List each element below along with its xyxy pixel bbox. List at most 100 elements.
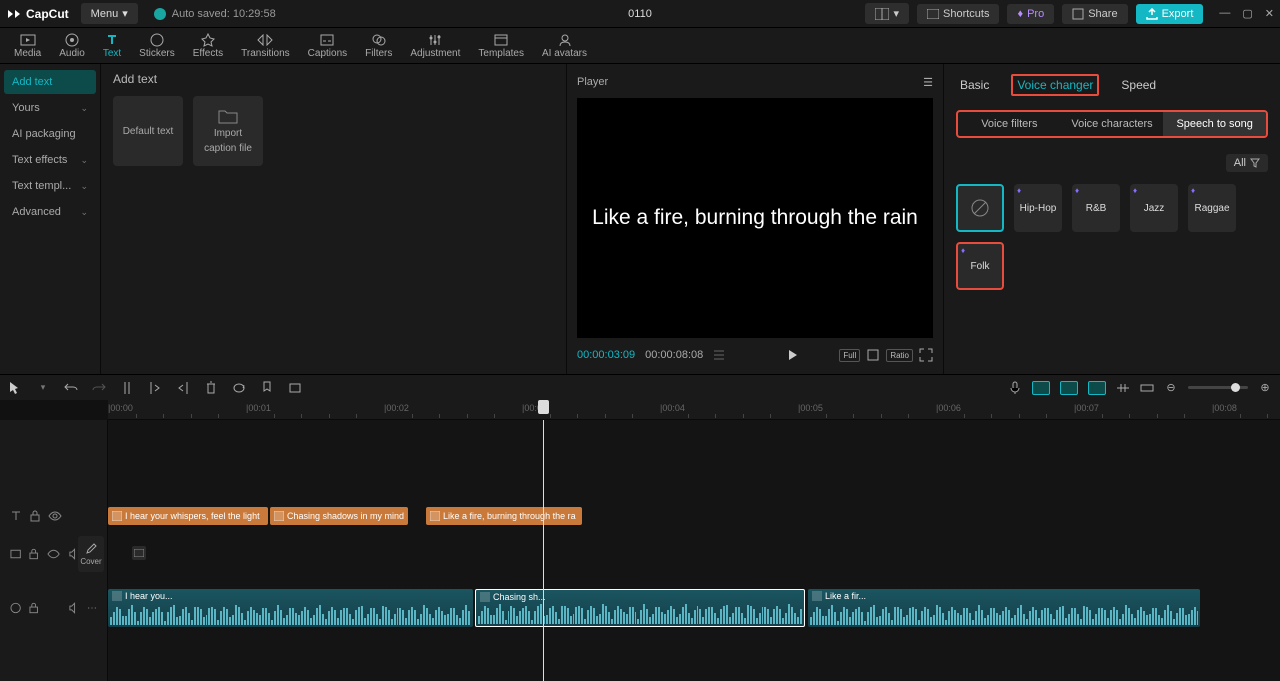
genre-jazz[interactable]: ♦Jazz xyxy=(1130,184,1178,232)
chevron-down-icon: ⌄ xyxy=(80,181,88,192)
text-track[interactable]: I hear your whispers, feel the lightChas… xyxy=(108,500,1280,532)
minimize-icon[interactable]: — xyxy=(1219,7,1230,20)
cover-button[interactable]: Cover xyxy=(78,536,104,572)
tab-voice-changer[interactable]: Voice changer xyxy=(1011,74,1099,96)
mute-icon[interactable] xyxy=(68,602,79,614)
audio-track[interactable]: I hear you...Chasing sh...Like a fir... xyxy=(108,586,1280,630)
preview-tool[interactable] xyxy=(1088,381,1106,395)
genre-hiphop[interactable]: ♦Hip-Hop xyxy=(1014,184,1062,232)
ribbon-transitions[interactable]: Transitions xyxy=(233,31,298,61)
genre-rnb[interactable]: ♦R&B xyxy=(1072,184,1120,232)
tab-speed[interactable]: Speed xyxy=(1117,76,1160,94)
ribbon-ai-avatars[interactable]: AI avatars xyxy=(534,31,595,61)
text-track-icon xyxy=(10,510,22,522)
magnet-tool[interactable] xyxy=(1032,381,1050,395)
trim-right-tool[interactable] xyxy=(176,381,190,395)
menu-icon[interactable]: ☰ xyxy=(923,76,933,89)
maximize-icon[interactable]: ▢ xyxy=(1242,7,1252,20)
full-button[interactable]: Full xyxy=(839,349,860,362)
audio-track-header[interactable]: ⋯ xyxy=(0,586,107,630)
sidebar-yours[interactable]: Yours⌄ xyxy=(4,96,96,120)
text-clip[interactable]: I hear your whispers, feel the light xyxy=(108,507,268,525)
shortcuts-button[interactable]: Shortcuts xyxy=(917,4,999,24)
subtab-voice-characters[interactable]: Voice characters xyxy=(1061,112,1164,136)
diamond-icon: ♦ xyxy=(1133,186,1137,195)
pro-button[interactable]: ♦ Pro xyxy=(1007,4,1054,24)
ribbon-adjustment[interactable]: Adjustment xyxy=(402,31,468,61)
tab-basic[interactable]: Basic xyxy=(956,76,993,94)
sidebar-advanced[interactable]: Advanced⌄ xyxy=(4,200,96,224)
default-text-card[interactable]: Default text xyxy=(113,96,183,166)
genre-folk[interactable]: ♦Folk xyxy=(956,242,1004,290)
ribbon-effects[interactable]: Effects xyxy=(185,31,231,61)
link-tool[interactable] xyxy=(1060,381,1078,395)
ribbon-templates[interactable]: Templates xyxy=(470,31,532,61)
close-icon[interactable]: ✕ xyxy=(1265,7,1274,20)
genre-none[interactable] xyxy=(956,184,1004,232)
import-caption-card[interactable]: Import caption file xyxy=(193,96,263,166)
redo-button[interactable] xyxy=(92,381,106,395)
content-panel: Add text Default text Import caption fil… xyxy=(100,64,566,374)
audio-clip[interactable]: Like a fir... xyxy=(808,589,1200,627)
chevron-down-icon[interactable]: ▾ xyxy=(36,381,50,395)
layout-button[interactable]: ▾ xyxy=(865,3,909,24)
ribbon-text[interactable]: Text xyxy=(95,31,129,61)
playhead[interactable] xyxy=(543,420,544,681)
filter-all-button[interactable]: All xyxy=(1226,154,1268,172)
timeline-ruler[interactable]: |00:00|00:01|00:02|00:03|00:04|00:05|00:… xyxy=(108,400,1280,420)
track-tool[interactable] xyxy=(1140,381,1154,395)
zoom-in-icon[interactable]: ⊕ xyxy=(1258,381,1272,395)
lock-icon[interactable] xyxy=(30,510,40,522)
undo-button[interactable] xyxy=(64,381,78,395)
video-track[interactable]: Cover xyxy=(108,532,1280,576)
export-button[interactable]: Export xyxy=(1136,4,1204,24)
audio-clip[interactable]: Chasing sh... xyxy=(475,589,805,627)
tool-ribbon: Media Audio Text Stickers Effects Transi… xyxy=(0,28,1280,64)
ribbon-audio[interactable]: Audio xyxy=(51,31,93,61)
sidebar-add-text[interactable]: Add text xyxy=(4,70,96,94)
ribbon-media[interactable]: Media xyxy=(6,31,49,61)
genre-raggae[interactable]: ♦Raggae xyxy=(1188,184,1236,232)
share-button[interactable]: Share xyxy=(1062,4,1127,24)
eye-icon[interactable] xyxy=(47,549,60,559)
split-tool[interactable] xyxy=(120,381,134,395)
delete-tool[interactable] xyxy=(204,381,218,395)
trim-left-tool[interactable] xyxy=(148,381,162,395)
player-canvas[interactable]: Like a fire, burning through the rain xyxy=(577,98,933,338)
add-clip-button[interactable] xyxy=(132,546,146,560)
pointer-tool[interactable] xyxy=(8,381,22,395)
crop-tool[interactable] xyxy=(288,381,302,395)
sidebar-ai-packaging[interactable]: AI packaging xyxy=(4,122,96,146)
list-icon[interactable] xyxy=(713,349,725,361)
lock-icon[interactable] xyxy=(29,548,38,560)
subtab-voice-filters[interactable]: Voice filters xyxy=(958,112,1061,136)
text-clip[interactable]: Like a fire, burning through the ra xyxy=(426,507,582,525)
align-tool[interactable] xyxy=(1116,381,1130,395)
subtab-speech-to-song[interactable]: Speech to song xyxy=(1163,112,1266,136)
filter-icon xyxy=(1250,158,1260,168)
fullscreen-icon[interactable] xyxy=(919,348,933,362)
lock-icon[interactable] xyxy=(29,602,38,614)
ribbon-filters[interactable]: Filters xyxy=(357,31,400,61)
play-button[interactable] xyxy=(785,348,799,362)
text-track-header[interactable] xyxy=(0,500,107,532)
text-clip[interactable]: Chasing shadows in my mind xyxy=(270,507,408,525)
menu-button[interactable]: Menu ▾ xyxy=(81,3,138,24)
mic-icon[interactable] xyxy=(1008,381,1022,395)
loop-tool[interactable] xyxy=(232,381,246,395)
sidebar-text-effects[interactable]: Text effects⌄ xyxy=(4,148,96,172)
more-icon[interactable]: ⋯ xyxy=(87,603,97,614)
marker-tool[interactable] xyxy=(260,381,274,395)
sidebar-text-templates[interactable]: Text templ...⌄ xyxy=(4,174,96,198)
ribbon-stickers[interactable]: Stickers xyxy=(131,31,183,61)
ratio-button[interactable]: Ratio xyxy=(886,349,913,362)
zoom-out-icon[interactable]: ⊖ xyxy=(1164,381,1178,395)
ribbon-captions[interactable]: Captions xyxy=(300,31,355,61)
eye-icon[interactable] xyxy=(48,511,62,521)
audio-clip[interactable]: I hear you... xyxy=(108,589,473,627)
current-time: 00:00:03:09 xyxy=(577,349,635,361)
chevron-down-icon: ⌄ xyxy=(80,155,88,166)
zoom-slider[interactable] xyxy=(1188,386,1248,389)
crop-icon[interactable] xyxy=(866,348,880,362)
chevron-down-icon: ▾ xyxy=(122,7,128,20)
